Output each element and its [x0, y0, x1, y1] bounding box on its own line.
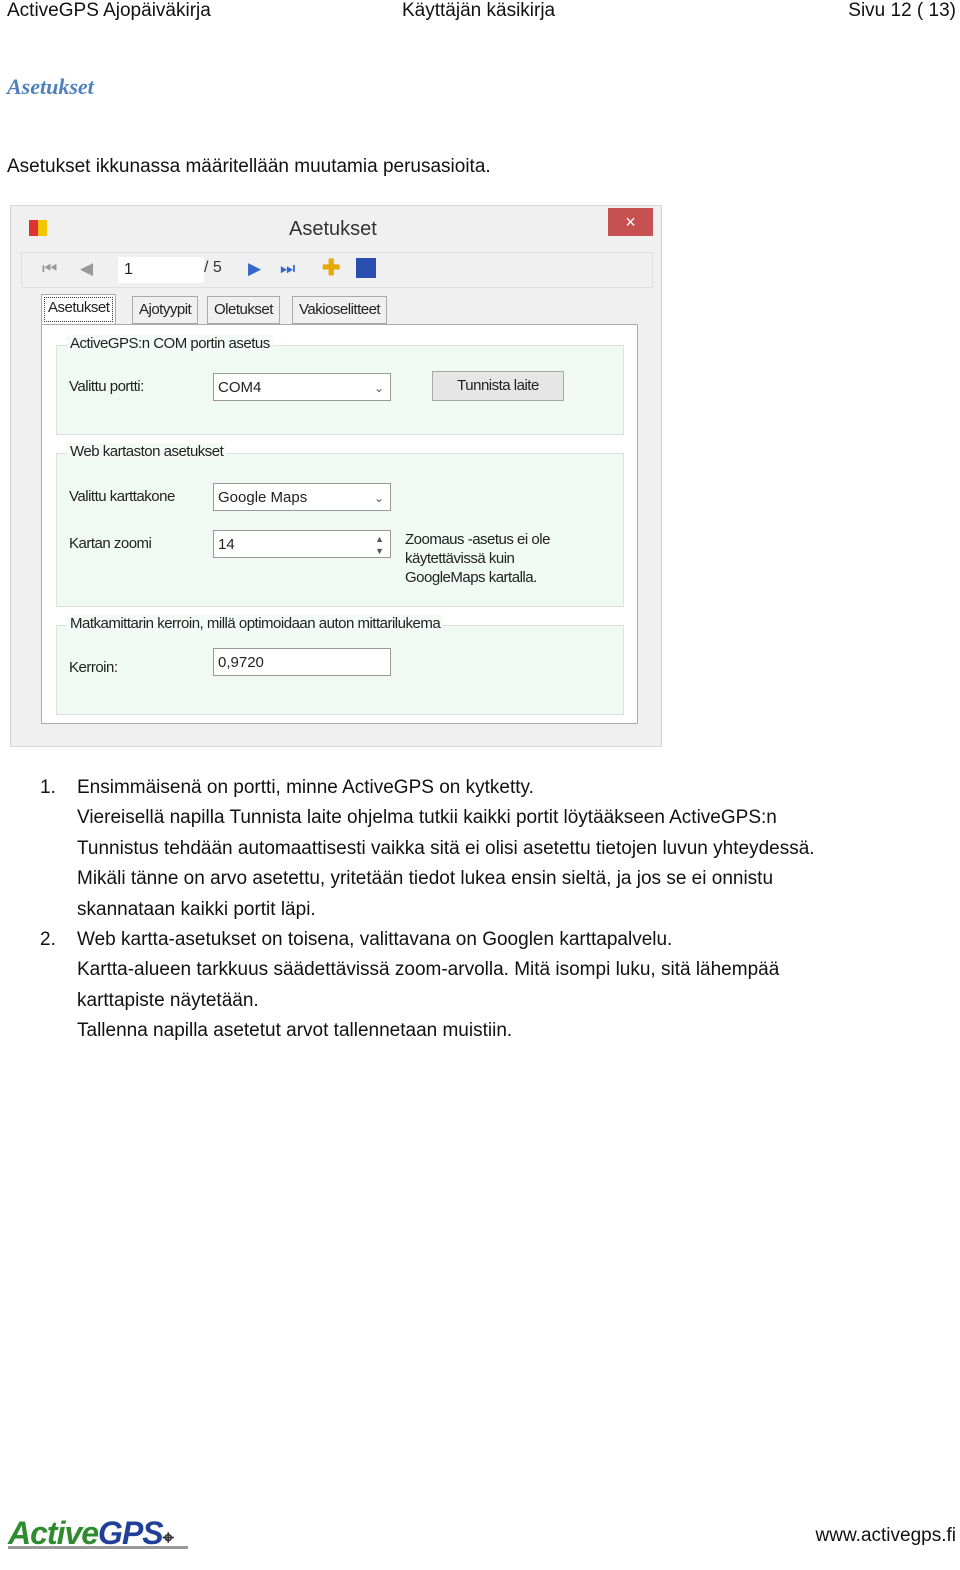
- com-port-group: ActiveGPS:n COM portin asetus Valittu po…: [56, 335, 624, 435]
- detect-device-button[interactable]: Tunnista laite: [432, 371, 564, 401]
- list-line: karttapiste näytetään.: [77, 989, 259, 1011]
- next-record-icon[interactable]: ▶: [248, 259, 261, 279]
- port-value: COM4: [218, 379, 262, 396]
- header-page-number: Sivu 12 ( 13): [848, 0, 956, 21]
- note-line: Zoomaus -asetus ei ole: [405, 531, 550, 548]
- record-count: / 5: [204, 259, 222, 276]
- group-label: Web kartaston asetukset: [67, 443, 227, 460]
- list-line: Web kartta-asetukset on toisena, valitta…: [77, 929, 673, 950]
- note-line: GoogleMaps kartalla.: [405, 569, 537, 586]
- list-line: Mikäli tänne on arvo asetettu, yritetään…: [77, 868, 774, 890]
- tab-vakioselitteet[interactable]: Vakioselitteet: [292, 296, 388, 324]
- group-label: ActiveGPS:n COM portin asetus: [67, 335, 273, 352]
- list-line: Ensimmäisenä on portti, minne ActiveGPS …: [77, 777, 534, 798]
- port-select[interactable]: COM4 ⌄: [213, 373, 391, 401]
- footer-url: www.activegps.fi: [815, 1525, 956, 1546]
- zoom-stepper[interactable]: 14 ▲ ▼: [213, 530, 391, 558]
- add-icon[interactable]: ✚: [322, 255, 340, 281]
- record-number-input[interactable]: 1: [118, 257, 204, 283]
- section-title: Asetukset: [7, 74, 94, 99]
- header-left: ActiveGPS Ajopäiväkirja: [7, 0, 211, 21]
- list-line: Viereisellä napilla Tunnista laite ohjel…: [77, 807, 777, 829]
- list-number: 2.: [40, 929, 56, 950]
- intro-text: Asetukset ikkunassa määritellään muutami…: [7, 156, 491, 177]
- map-engine-select[interactable]: Google Maps ⌄: [213, 483, 391, 511]
- factor-input[interactable]: 0,9720: [213, 648, 391, 676]
- tab-oletukset[interactable]: Oletukset: [207, 296, 280, 324]
- tab-panel: ActiveGPS:n COM portin asetus Valittu po…: [41, 324, 638, 724]
- list-line: Tunnistus tehdään automaattisesti vaikka…: [77, 837, 815, 859]
- last-record-icon[interactable]: ⏭: [280, 259, 295, 279]
- list-line: Kartta-alueen tarkkuus säädettävissä zoo…: [77, 959, 780, 981]
- activegps-logo: ActiveGPS⌖: [8, 1515, 188, 1551]
- save-icon[interactable]: [356, 258, 376, 278]
- window-title: Asetukset: [289, 218, 377, 240]
- spinner-arrows-icon[interactable]: ▲ ▼: [375, 533, 384, 557]
- chevron-down-icon: ⌄: [373, 381, 384, 395]
- list-line: Tallenna napilla asetetut arvot tallenne…: [77, 1020, 513, 1042]
- crosshair-icon: ⌖: [162, 1527, 174, 1549]
- navigation-toolbar: ⏮ ◀ 1 / 5 ▶ ⏭ ✚: [21, 252, 653, 288]
- note-line: käytettävissä kuin: [405, 550, 515, 567]
- list-number: 1.: [40, 777, 56, 798]
- zoom-note: Zoomaus -asetus ei ole käytettävissä kui…: [405, 530, 550, 587]
- tab-ajotyypit[interactable]: Ajotyypit: [132, 296, 199, 324]
- web-map-group: Web kartaston asetukset Valittu karttako…: [56, 443, 624, 607]
- settings-window-screenshot: Asetukset × ⏮ ◀ 1 / 5 ▶ ⏭ ✚ Asetukset Aj…: [10, 205, 662, 747]
- odometer-factor-group: Matkamittarin kerroin, millä optimoidaan…: [56, 615, 624, 715]
- list-line: skannataan kaikki portit läpi.: [77, 898, 316, 920]
- zoom-value: 14: [218, 536, 235, 553]
- close-button[interactable]: ×: [608, 208, 653, 236]
- header-center: Käyttäjän käsikirja: [402, 0, 556, 21]
- map-engine-label: Valittu karttakone: [69, 488, 175, 505]
- tab-asetukset[interactable]: Asetukset: [41, 294, 117, 325]
- factor-label: Kerroin:: [69, 659, 118, 676]
- port-label: Valittu portti:: [69, 378, 144, 395]
- app-icon: [29, 220, 47, 236]
- group-label: Matkamittarin kerroin, millä optimoidaan…: [67, 615, 444, 632]
- chevron-down-icon: ⌄: [373, 491, 384, 505]
- zoom-label: Kartan zoomi: [69, 535, 152, 552]
- map-engine-value: Google Maps: [218, 489, 308, 506]
- first-record-icon[interactable]: ⏮: [42, 259, 57, 279]
- previous-record-icon[interactable]: ◀: [80, 259, 93, 279]
